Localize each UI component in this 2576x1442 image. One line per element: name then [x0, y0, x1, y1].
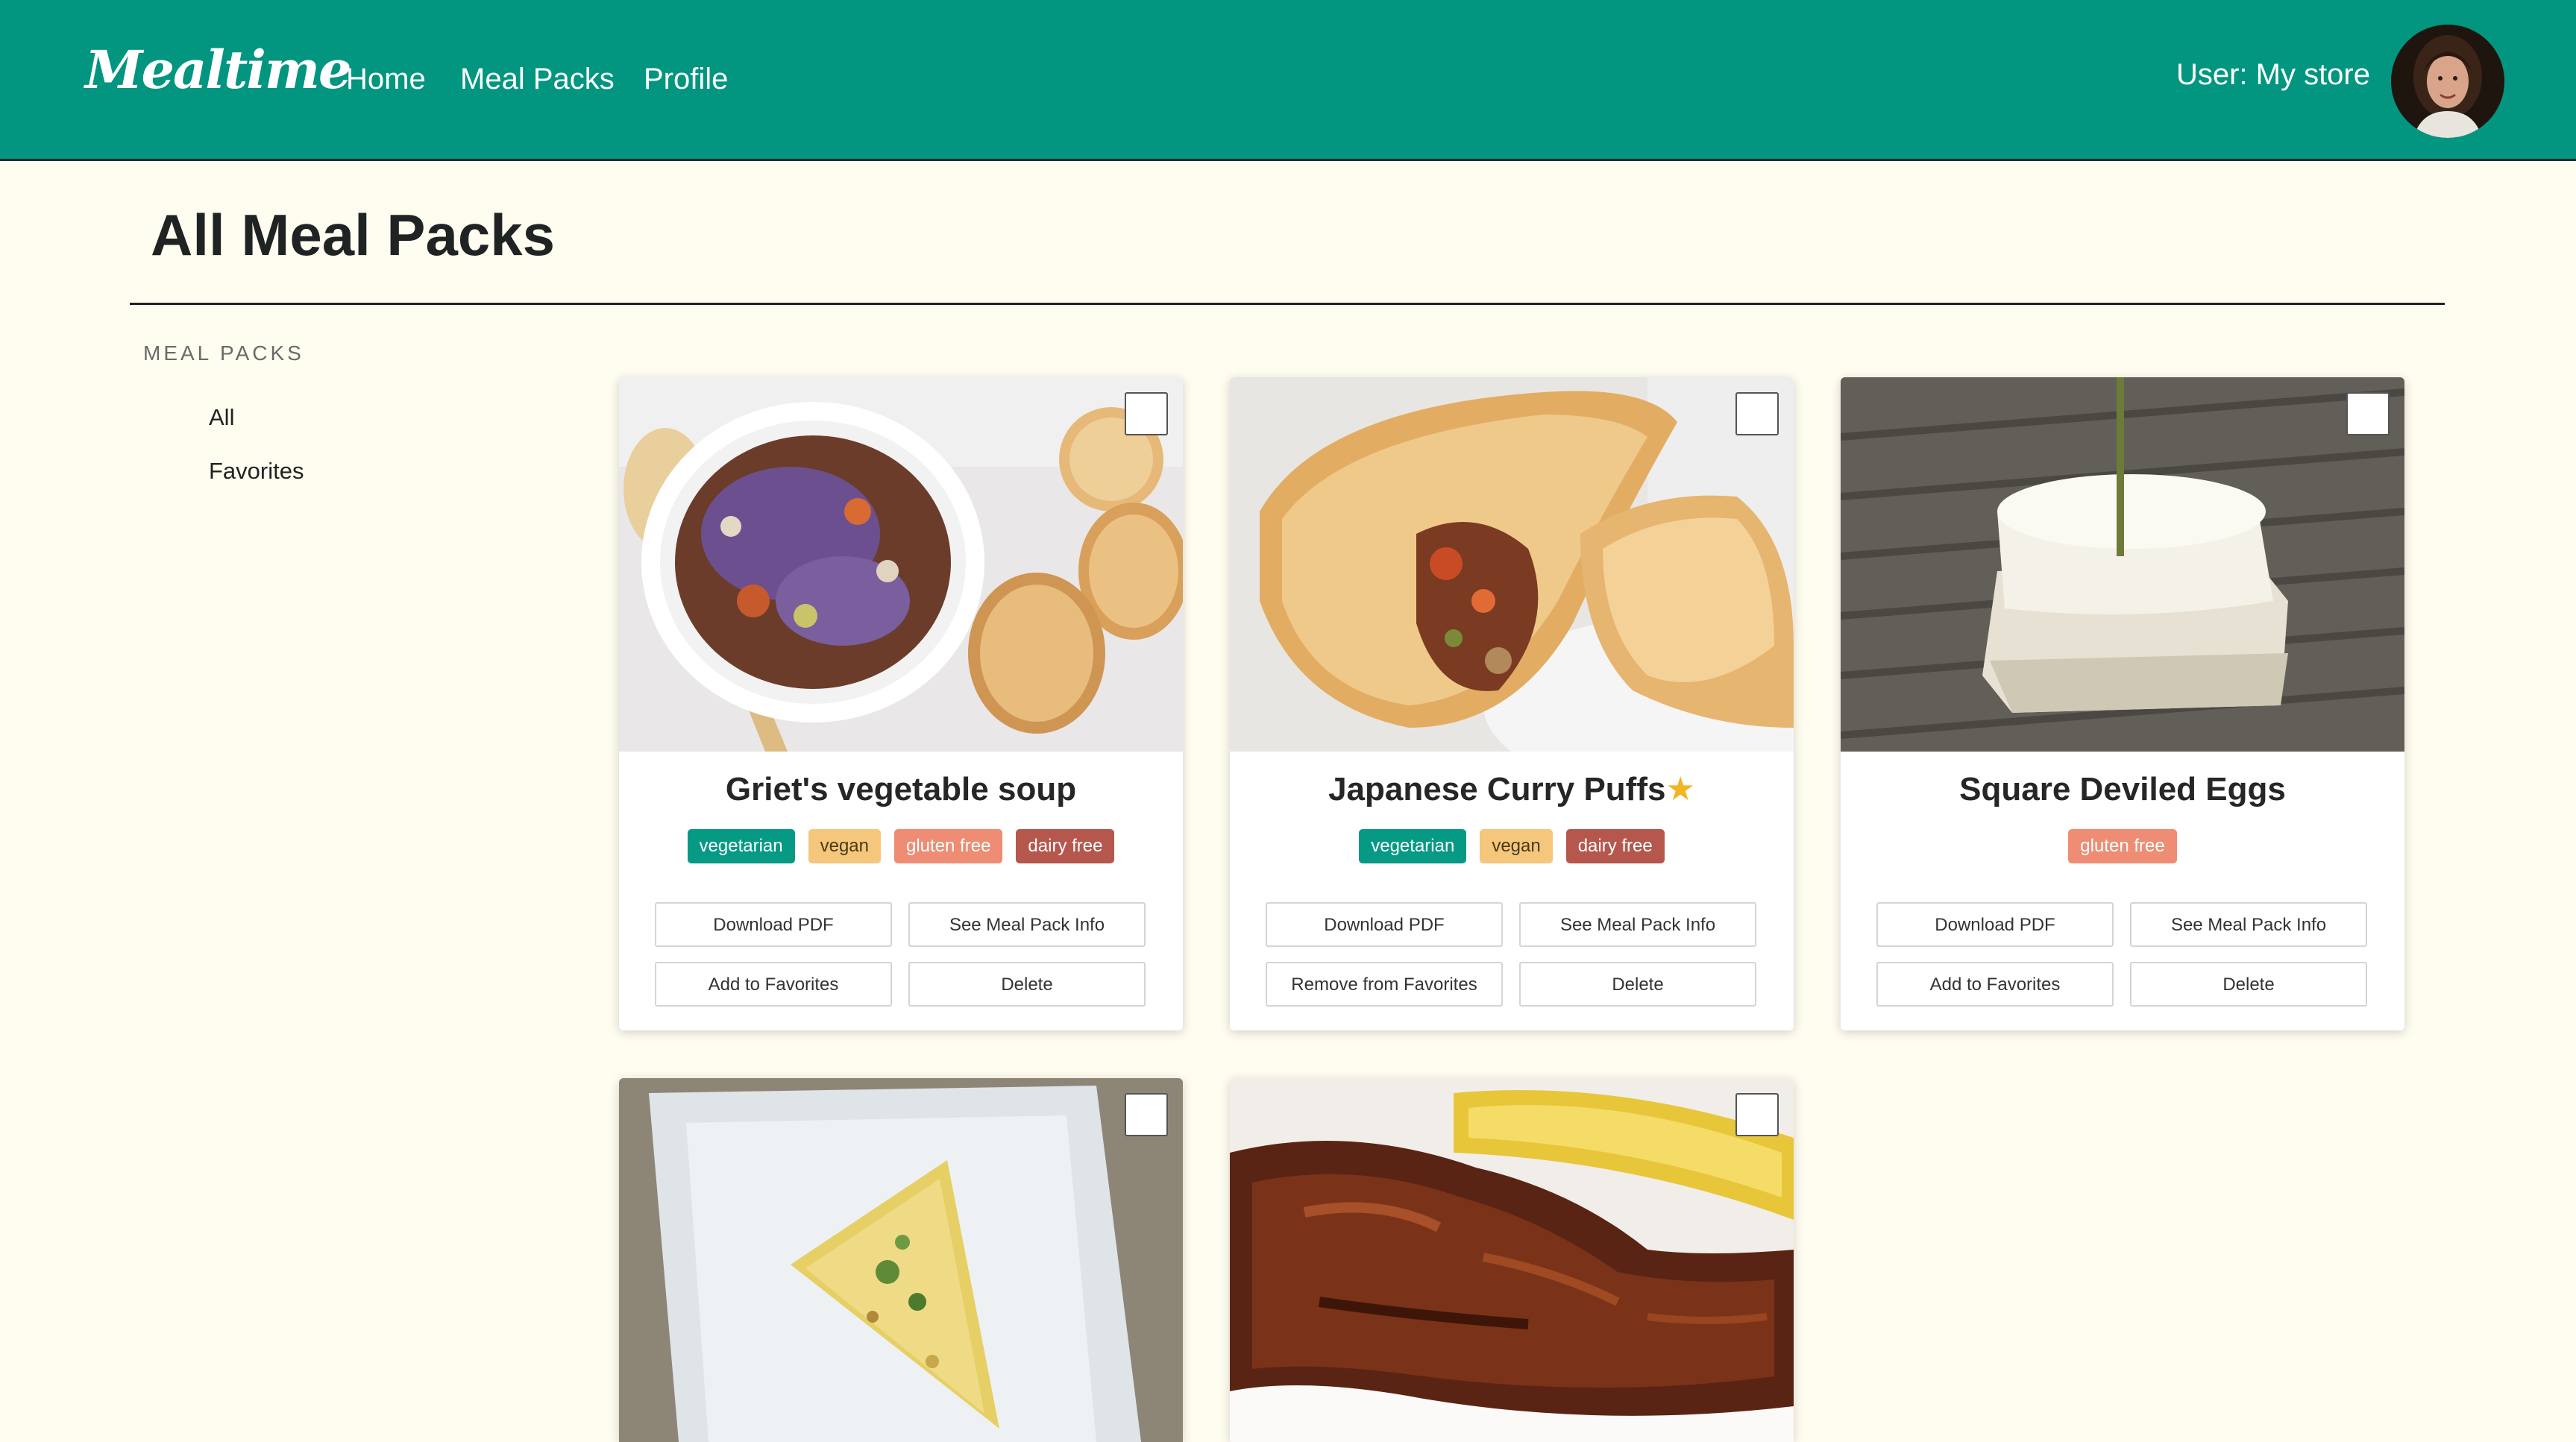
delete-button[interactable]: Delete [1519, 962, 1756, 1007]
tag-vegetarian: vegetarian [1359, 829, 1467, 863]
card-image [1841, 377, 2404, 752]
tag-gluten-free: gluten free [2068, 829, 2177, 863]
title-divider [130, 303, 2445, 305]
tag-list: vegetarian vegan dairy free [1230, 829, 1794, 863]
remove-from-favorites-button[interactable]: Remove from Favorites [1266, 962, 1503, 1007]
meal-pack-card: Griet's vegetable soup vegetarian vegan … [619, 377, 1183, 1030]
tag-gluten-free: gluten free [894, 829, 1003, 863]
meal-pack-card [1230, 1078, 1794, 1442]
select-checkbox[interactable] [1125, 1093, 1168, 1136]
sidebar-heading: MEAL PACKS [143, 341, 304, 365]
nav-profile[interactable]: Profile [644, 63, 728, 96]
meal-pack-card: Japanese Curry Puffs★ vegetarian vegan d… [1230, 377, 1794, 1030]
tag-list: vegetarian vegan gluten free dairy free [619, 829, 1183, 863]
tag-vegan: vegan [808, 829, 881, 863]
card-image [1230, 1078, 1794, 1442]
frittata-photo [619, 1078, 1183, 1442]
card-image [619, 377, 1183, 752]
select-checkbox[interactable] [1125, 392, 1168, 435]
see-info-button[interactable]: See Meal Pack Info [2130, 902, 2367, 947]
card-image [1230, 377, 1794, 752]
add-to-favorites-button[interactable]: Add to Favorites [655, 962, 892, 1007]
tag-dairy-free: dairy free [1016, 829, 1115, 863]
deviled-eggs-photo [1841, 377, 2404, 752]
card-title: Square Deviled Eggs [1959, 771, 2286, 807]
user-label: User: My store [2176, 58, 2370, 91]
delete-button[interactable]: Delete [908, 962, 1146, 1007]
tag-vegan: vegan [1480, 829, 1553, 863]
vegetable-soup-photo [619, 377, 1183, 752]
tag-list: gluten free [1841, 829, 2404, 863]
card-title-row: Square Deviled Eggs [1841, 771, 2404, 808]
card-title-row: Griet's vegetable soup [619, 771, 1183, 808]
meal-pack-card: Square Deviled Eggs gluten free Download… [1841, 377, 2404, 1030]
top-nav-bar: Mealtime Home Meal Packs Profile User: M… [0, 0, 2576, 161]
app-logo[interactable]: Mealtime [85, 39, 351, 101]
bbq-ribs-photo [1230, 1078, 1794, 1442]
delete-button[interactable]: Delete [2130, 962, 2367, 1007]
card-image [619, 1078, 1183, 1442]
sidebar-item-all[interactable]: All [209, 404, 234, 431]
star-icon: ★ [1665, 771, 1695, 807]
card-title: Japanese Curry Puffs [1328, 771, 1666, 807]
card-title: Griet's vegetable soup [725, 771, 1077, 807]
see-info-button[interactable]: See Meal Pack Info [1519, 902, 1756, 947]
tag-vegetarian: vegetarian [687, 829, 795, 863]
nav-home[interactable]: Home [346, 63, 426, 96]
curry-puff-photo [1230, 377, 1794, 752]
select-checkbox[interactable] [1735, 392, 1779, 435]
select-checkbox[interactable] [2346, 392, 2390, 435]
avatar[interactable] [2391, 25, 2504, 138]
download-pdf-button[interactable]: Download PDF [1876, 902, 2114, 947]
page-title: All Meal Packs [151, 202, 555, 268]
sidebar-item-favorites[interactable]: Favorites [209, 458, 304, 485]
card-title-row: Japanese Curry Puffs★ [1230, 771, 1794, 808]
download-pdf-button[interactable]: Download PDF [655, 902, 892, 947]
see-info-button[interactable]: See Meal Pack Info [908, 902, 1146, 947]
tag-dairy-free: dairy free [1565, 829, 1665, 863]
select-checkbox[interactable] [1735, 1093, 1779, 1136]
download-pdf-button[interactable]: Download PDF [1266, 902, 1503, 947]
nav-meal-packs[interactable]: Meal Packs [460, 63, 615, 96]
user-photo [2391, 25, 2504, 138]
add-to-favorites-button[interactable]: Add to Favorites [1876, 962, 2114, 1007]
meal-pack-card [619, 1078, 1183, 1442]
